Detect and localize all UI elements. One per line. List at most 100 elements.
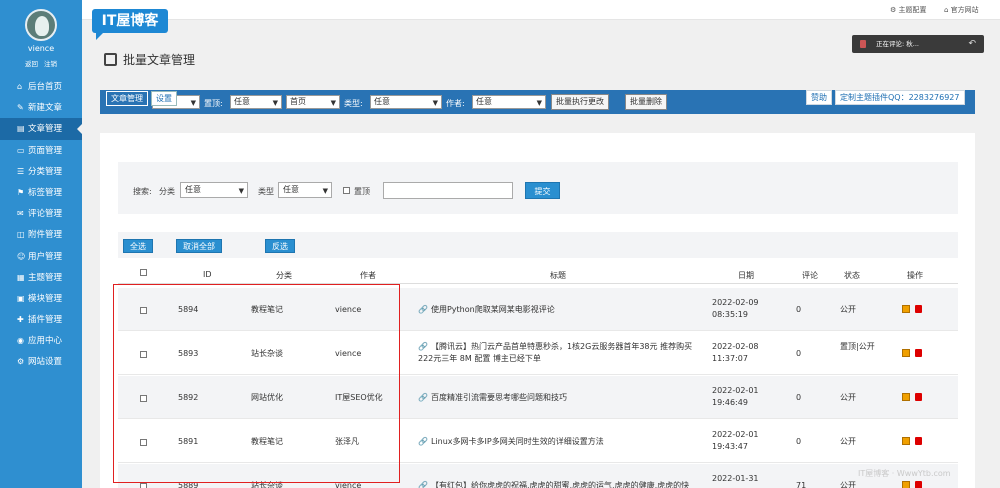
trash-icon[interactable] [915,305,922,313]
edit-icon[interactable] [902,437,910,445]
row-title-text: 使用Python爬取某网某电影视评论 [430,305,555,314]
sidebar-item-home[interactable]: ⌂ 后台首页 [0,76,82,97]
row-title[interactable]: 🔗 【有红包】给你虎虎的祝福,虎虎的甜蜜,虎虎的运气,虎虎的健康,虎虎的快 [418,480,698,488]
link-icon: 🔗 [418,481,428,488]
sidebar-item-user[interactable]: ☺ 用户管理 [0,246,82,267]
row-date: 2022-02-01 [712,386,759,395]
trash-icon[interactable] [915,393,922,401]
bulk-type-select[interactable]: 任意 ▼ [370,95,442,109]
search-panel: 搜索: 分类 任意 ▼ 类型 任意 ▼ 置顶 提交 [118,162,958,214]
search-top-checkbox[interactable] [343,187,350,194]
row-status: 置顶|公开 [840,342,875,351]
row-comments: 71 [796,481,807,488]
invert-selection-button[interactable]: 反选 [265,239,295,253]
row-title[interactable]: 🔗 使用Python爬取某网某电影视评论 [418,304,698,316]
sidebar-item-attachment[interactable]: ◫ 附件管理 [0,224,82,245]
header-date: 日期 [738,271,754,280]
sidebar-item-category[interactable]: ☰ 分类管理 [0,161,82,182]
theme-config-link[interactable]: ⚙ 主题配置 [890,5,927,15]
logout-link[interactable]: 注销 [44,60,57,68]
sidebar-item-label: 页面管理 [28,145,63,156]
row-comments: 0 [796,305,802,314]
bulk-top-label: 置顶: [204,99,223,108]
header-comments: 评论 [802,271,818,280]
search-label: 搜索: [133,187,152,196]
trash-icon[interactable] [915,437,922,445]
add-icon: ✎ [17,103,24,113]
avatar[interactable] [25,9,57,41]
row-date: 2022-02-01 [712,430,759,439]
sidebar-item-page[interactable]: ▭ 页面管理 [0,140,82,161]
sidebar-item-label: 网站设置 [28,357,63,368]
search-input[interactable] [383,182,513,199]
sidebar-item-theme[interactable]: ▦ 主题管理 [0,267,82,288]
trash-icon[interactable] [915,349,922,357]
sidebar-item-app[interactable]: ◉ 应用中心 [0,330,82,351]
row-time: 19:46:49 [712,398,748,407]
edit-icon[interactable] [902,393,910,401]
comment-icon: ✉ [17,209,24,219]
sidebar-item-comment[interactable]: ✉ 评论管理 [0,203,82,224]
tabs: 文章管理 设置 [106,91,180,106]
sidebar-item-settings[interactable]: ⚙ 网站设置 [0,351,82,372]
search-top-label: 置顶 [354,187,370,196]
back-link[interactable]: 返回 [25,60,38,68]
bulk-author-select[interactable]: 任意 ▼ [472,95,546,109]
bulk-top-select[interactable]: 任意 ▼ [230,95,282,109]
table-header: ID 分类 作者 标题 日期 评论 状态 操作 [118,264,958,284]
bulk-position-select[interactable]: 首页 ▼ [286,95,340,109]
edit-icon[interactable] [902,481,910,488]
tab-article-manage[interactable]: 文章管理 [106,91,148,106]
tag-icon: ⚑ [17,187,25,197]
row-title[interactable]: 🔗 百度精准引流需要思考哪些问题和技巧 [418,392,698,404]
deselect-all-button[interactable]: 取消全部 [176,239,222,253]
header-title: 标题 [550,271,566,280]
sidebar-item-label: 主题管理 [28,272,63,283]
sidebar-item-label: 分类管理 [28,166,63,177]
status-box: 正在评论: 秋... ↶ [852,35,984,53]
selection-actions: 全选 取消全部 反选 [118,232,958,258]
row-comments: 0 [796,437,802,446]
sidebar-item-plugin[interactable]: ✚ 插件管理 [0,309,82,330]
search-type-select[interactable]: 任意 ▼ [278,182,332,198]
official-site-link[interactable]: ⌂ 官方网站 [944,5,979,15]
sidebar-item-tag[interactable]: ⚑ 标签管理 [0,182,82,203]
edit-icon[interactable] [902,349,910,357]
home-icon: ⌂ [17,82,23,91]
header-id: ID [203,270,212,279]
sidebar-item-article[interactable]: ▤ 文章管理 [0,118,82,140]
reply-arrow-icon[interactable]: ↶ [968,35,976,53]
sidebar-item-add[interactable]: ✎ 新建文章 [0,97,82,118]
site-logo[interactable]: IT屋博客 [92,9,168,33]
plugin-icon: ✚ [17,315,24,325]
row-date: 2022-02-08 [712,342,759,351]
sponsor-link[interactable]: 赞助 [806,90,832,105]
row-title[interactable]: 🔗 【腾讯云】热门云产品首单特惠秒杀，1核2G云服务器首年38元 推荐购买222元… [418,341,698,365]
row-status: 公开 [840,481,856,488]
edit-icon[interactable] [902,305,910,313]
sidebar-item-module[interactable]: ▣ 模块管理 [0,288,82,309]
user-name: vience [27,44,55,53]
trash-icon[interactable] [915,481,922,488]
bulk-apply-button[interactable]: 批量执行更改 [551,94,609,110]
row-status: 公开 [840,305,856,314]
row-ops [902,349,922,361]
select-all-button[interactable]: 全选 [123,239,153,253]
search-submit-button[interactable]: 提交 [525,182,560,199]
page-title: 批量文章管理 [123,52,196,67]
sidebar-item-label: 标签管理 [28,187,63,198]
header-author: 作者 [360,271,376,280]
sidebar: vience 返回 注销 ⌂ 后台首页 ✎ 新建文章 ▤ 文章管理 ▭ 页面管理 ☰ 分类管理 ⚑ 标… [0,0,82,488]
watermark: IT屋博客 · WwwYtb.com [858,469,951,478]
search-category-select[interactable]: 任意 ▼ [180,182,248,198]
bulk-author-label: 作者: [446,99,465,108]
search-category-label: 分类 [159,187,175,196]
custom-plugin-qq-link[interactable]: 定制主题插件QQ：2283276927 [835,90,965,105]
tab-settings[interactable]: 设置 [151,91,177,106]
status-text: 正在评论: 秋... [876,40,919,48]
article-icon: ▤ [17,124,25,134]
header-checkbox[interactable] [140,269,147,278]
bulk-delete-button[interactable]: 批量删除 [625,94,667,110]
logo-tail [96,33,103,40]
row-title[interactable]: 🔗 Linux多网卡多IP多网关同时生效的详细设置方法 [418,436,698,448]
